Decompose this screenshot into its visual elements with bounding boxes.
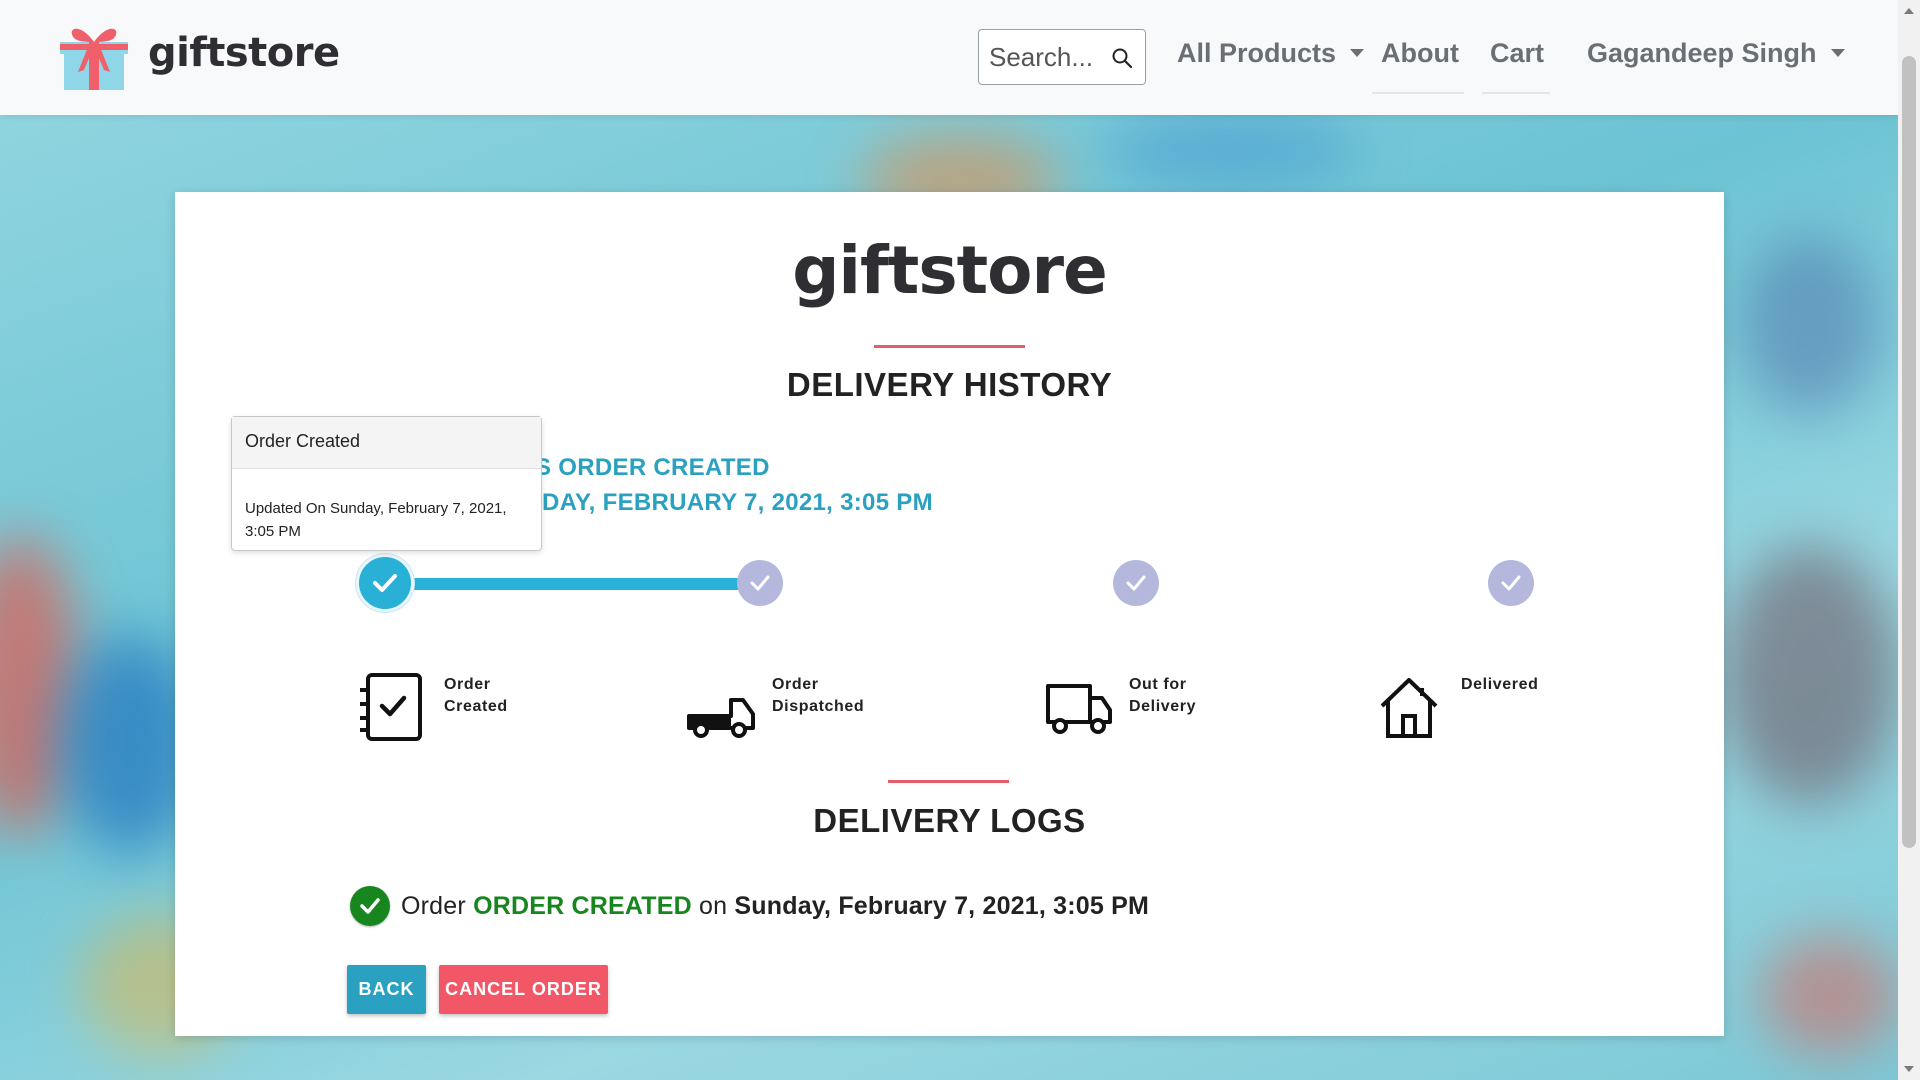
- log-date: Sunday, February 7, 2021, 3:05 PM: [734, 892, 1150, 920]
- search-box[interactable]: [978, 29, 1146, 85]
- step-out-for-delivery-indicator[interactable]: [1113, 560, 1159, 606]
- scroll-down-arrow-icon[interactable]: [1904, 1066, 1914, 1072]
- check-icon: [1501, 575, 1521, 591]
- delivery-card: giftstore DELIVERY HISTORY S ORDER CREAT…: [175, 192, 1724, 1036]
- search-input[interactable]: [989, 42, 1109, 73]
- step-order-dispatched-indicator[interactable]: [737, 560, 783, 606]
- card-brand-logo: giftstore: [792, 232, 1108, 309]
- log-entry: Order ORDER CREATED on Sunday, February …: [401, 892, 1149, 921]
- step-order-created-indicator[interactable]: [356, 554, 414, 612]
- progress-track: [379, 578, 765, 590]
- nav-user-dropdown[interactable]: Gagandeep Singh: [1587, 38, 1845, 69]
- navbar: giftstore All Products About Cart Gagand…: [0, 0, 1898, 115]
- nav-all-products-dropdown[interactable]: All Products: [1177, 38, 1365, 69]
- scroll-up-arrow-icon[interactable]: [1904, 8, 1914, 14]
- current-status-text: S ORDER CREATED: [535, 454, 770, 481]
- step-order-dispatched-label: Order Dispatched: [772, 676, 865, 715]
- nav-cart-link[interactable]: Cart: [1490, 38, 1544, 69]
- cart-underline: [1482, 92, 1550, 94]
- delivery-history-title: DELIVERY HISTORY: [786, 366, 1113, 403]
- step-out-for-delivery-label: Out for Delivery: [1129, 676, 1197, 715]
- brand-name[interactable]: giftstore: [148, 30, 340, 76]
- about-underline: [1372, 92, 1464, 94]
- step-popover: Order Created Updated On Sunday, Februar…: [231, 416, 542, 551]
- nav-all-products-label: All Products: [1177, 38, 1337, 68]
- scrollbar-thumb[interactable]: [1902, 56, 1916, 848]
- nav-about-link[interactable]: About: [1381, 38, 1459, 69]
- checklist-icon: [360, 673, 422, 741]
- popover-title: Order Created: [232, 417, 541, 469]
- step-delivered-indicator[interactable]: [1488, 560, 1534, 606]
- popover-body: Updated On Sunday, February 7, 2021, 3:0…: [245, 500, 507, 540]
- check-icon: [373, 574, 397, 592]
- title-divider: [874, 345, 1025, 348]
- check-icon: [1126, 575, 1146, 591]
- scrollbar[interactable]: [1898, 0, 1920, 1080]
- delivery-logs-title: DELIVERY LOGS: [813, 802, 1086, 839]
- log-prefix: Order: [401, 892, 466, 920]
- delivery-truck-icon: [1046, 684, 1112, 734]
- log-on: on: [699, 892, 728, 920]
- cancel-order-button[interactable]: CANCEL ORDER: [439, 965, 608, 1014]
- chevron-down-icon: [1830, 48, 1845, 57]
- logs-divider: [888, 780, 1009, 783]
- check-icon: [750, 575, 770, 591]
- gift-logo-icon[interactable]: [60, 22, 128, 92]
- user-name: Gagandeep Singh: [1587, 38, 1817, 68]
- house-icon: [1380, 678, 1438, 738]
- search-icon[interactable]: [1111, 47, 1133, 69]
- back-button[interactable]: BACK: [347, 965, 426, 1014]
- chevron-down-icon: [1350, 48, 1365, 57]
- step-delivered-label: Delivered: [1461, 676, 1539, 693]
- step-order-created-label: Order Created: [444, 676, 508, 715]
- flatbed-truck-icon: [687, 698, 755, 738]
- log-check-icon: [350, 886, 390, 926]
- log-status: ORDER CREATED: [473, 892, 692, 920]
- current-status-date: IDAY, FEBRUARY 7, 2021, 3:05 PM: [535, 489, 933, 516]
